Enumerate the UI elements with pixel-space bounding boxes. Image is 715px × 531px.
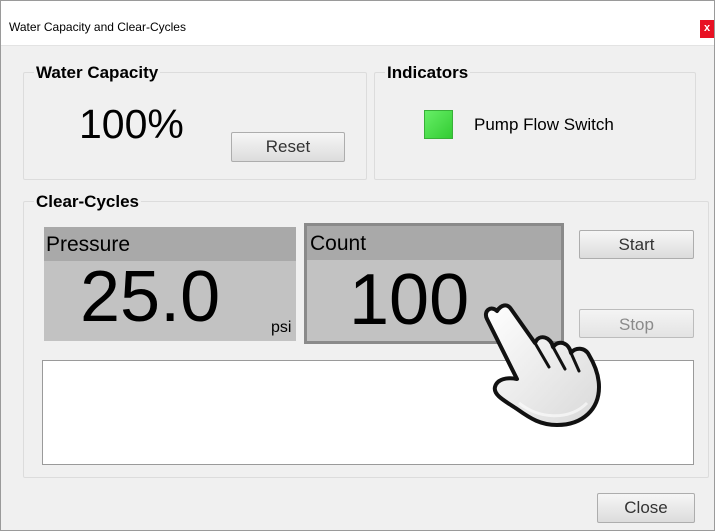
close-button[interactable]: Close [597,493,695,523]
pressure-unit: psi [271,319,292,336]
hand-pointer-icon [484,303,601,427]
clear-cycles-legend: Clear-Cycles [34,192,142,212]
water-capacity-group [23,72,367,180]
pressure-label: Pressure [46,233,131,256]
pump-flow-switch-led [424,110,453,139]
water-capacity-legend: Water Capacity [34,63,161,83]
count-label: Count [310,232,367,255]
water-capacity-value: 100% [79,101,184,147]
window-close-button[interactable]: x [700,20,714,38]
dialog-window: Water Capacity and Clear-Cycles x Water … [0,0,715,531]
indicators-legend: Indicators [385,63,471,83]
pressure-value: 25.0 [80,257,221,337]
start-button[interactable]: Start [579,230,694,259]
window-title: Water Capacity and Clear-Cycles [9,20,186,34]
pressure-panel: Pressure 25.0 psi [44,227,296,341]
reset-button[interactable]: Reset [231,132,345,162]
pump-flow-switch-label: Pump Flow Switch [474,115,614,134]
count-value[interactable]: 100 [349,264,469,336]
title-bar: Water Capacity and Clear-Cycles x [1,1,714,46]
